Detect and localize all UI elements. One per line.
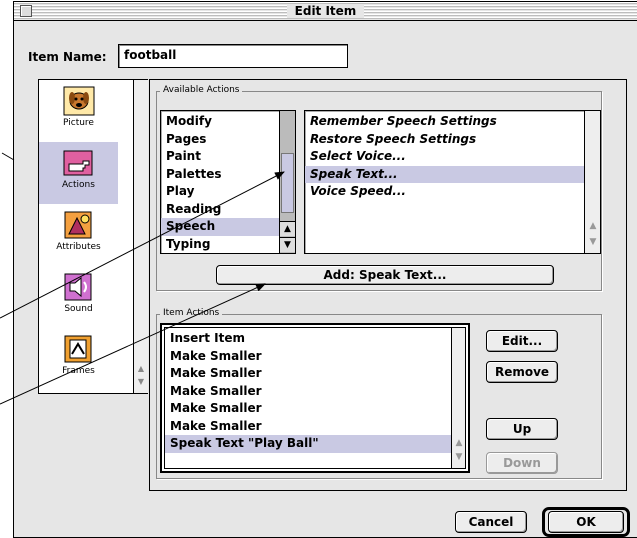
sidebar-item-actions[interactable]: Actions xyxy=(39,142,118,204)
sidebar-label-frames: Frames xyxy=(62,366,95,376)
remove-button[interactable]: Remove xyxy=(486,361,558,383)
item-actions-list[interactable]: Insert Item Make Smaller Make Smaller Make … xyxy=(160,323,470,473)
item-action-row[interactable]: Make Smaller xyxy=(165,365,451,383)
action-list-item[interactable]: Speak Text... xyxy=(305,165,584,183)
category-list[interactable]: Modify Pages Paint Palettes Play Reading Speec… xyxy=(160,110,296,254)
speaker-icon xyxy=(64,273,91,301)
sidebar-label-actions: Actions xyxy=(62,180,95,190)
item-action-row[interactable]: Make Smaller xyxy=(165,348,451,366)
item-action-row[interactable]: Insert Item xyxy=(165,330,451,348)
action-list-item[interactable]: Select Voice... xyxy=(305,148,584,166)
filmstrip-icon xyxy=(64,335,91,363)
sidebar-scrollbar[interactable]: ▲ ▼ xyxy=(133,80,148,393)
item-actions-label: Item Actions xyxy=(160,308,223,318)
sidebar-label-attributes: Attributes xyxy=(56,242,101,252)
category-list-item[interactable]: Paint xyxy=(161,148,279,166)
action-list-item[interactable]: Restore Speech Settings xyxy=(305,131,584,149)
sidebar-item-frames[interactable]: Frames xyxy=(39,328,118,390)
action-scroll-down-icon[interactable]: ▼ xyxy=(585,237,601,247)
action-list[interactable]: Remember Speech Settings Restore Speech S… xyxy=(304,110,601,254)
action-list-item[interactable]: Remember Speech Settings xyxy=(305,113,584,131)
item-scroll-down-icon[interactable]: ▼ xyxy=(452,452,466,462)
ok-default-ring: OK xyxy=(542,507,630,537)
category-scroll-up-icon[interactable]: ▲ xyxy=(280,221,295,236)
item-name-field[interactable]: football xyxy=(118,44,348,68)
item-name-label: Item Name: xyxy=(28,50,107,64)
dog-picture-icon xyxy=(63,86,94,116)
actions-panel: Available Actions Modify Pages Paint Palett… xyxy=(149,79,627,491)
add-action-button[interactable]: Add: Speak Text... xyxy=(216,265,554,285)
item-actions-scrollbar[interactable]: ▲ ▼ xyxy=(451,328,465,468)
category-list-item[interactable]: Reading xyxy=(161,201,279,219)
category-list-item[interactable]: Speech xyxy=(161,218,279,236)
action-scroll-up-icon[interactable]: ▲ xyxy=(585,221,601,231)
edit-button[interactable]: Edit... xyxy=(486,330,558,352)
sidebar-scroll-down-icon[interactable]: ▼ xyxy=(134,377,148,386)
pointing-hand-icon xyxy=(63,150,92,176)
sidebar-item-picture[interactable]: Picture xyxy=(39,80,118,142)
edit-item-window: Edit Item Item Name: football Picture Ac… xyxy=(13,1,637,538)
category-list-item[interactable]: Palettes xyxy=(161,166,279,184)
item-action-row[interactable]: Make Smaller xyxy=(165,400,451,418)
item-scroll-up-icon[interactable]: ▲ xyxy=(452,438,466,448)
sidebar-scroll-up-icon[interactable]: ▲ xyxy=(134,364,148,373)
category-list-item[interactable]: Typing xyxy=(161,236,279,254)
title-bar[interactable]: Edit Item xyxy=(14,2,637,21)
cancel-button[interactable]: Cancel xyxy=(455,511,527,533)
up-button[interactable]: Up xyxy=(486,418,558,440)
item-action-row[interactable]: Speak Text "Play Ball" xyxy=(165,435,451,453)
down-button[interactable]: Down xyxy=(486,452,558,474)
category-list-item[interactable]: Modify xyxy=(161,113,279,131)
category-sidebar: Picture Actions Attributes Sound Frames … xyxy=(38,79,148,394)
window-title: Edit Item xyxy=(286,4,365,18)
sidebar-item-attributes[interactable]: Attributes xyxy=(39,204,118,266)
category-scroll-down-icon[interactable]: ▼ xyxy=(280,237,295,252)
sidebar-label-picture: Picture xyxy=(63,118,94,128)
item-action-row[interactable]: Make Smaller xyxy=(165,418,451,436)
action-scrollbar[interactable]: ▲ ▼ xyxy=(584,111,600,253)
category-list-item[interactable]: Play xyxy=(161,183,279,201)
item-action-row[interactable]: Make Smaller xyxy=(165,383,451,401)
attributes-icon xyxy=(64,211,91,239)
action-list-item[interactable]: Voice Speed... xyxy=(305,183,584,201)
ok-button[interactable]: OK xyxy=(548,511,624,533)
sidebar-item-sound[interactable]: Sound xyxy=(39,266,118,328)
category-scroll-thumb[interactable] xyxy=(281,153,294,213)
category-list-item[interactable]: Pages xyxy=(161,131,279,149)
category-scrollbar[interactable]: ▲ ▼ xyxy=(279,111,295,253)
sidebar-label-sound: Sound xyxy=(64,304,93,314)
available-actions-label: Available Actions xyxy=(160,85,243,95)
